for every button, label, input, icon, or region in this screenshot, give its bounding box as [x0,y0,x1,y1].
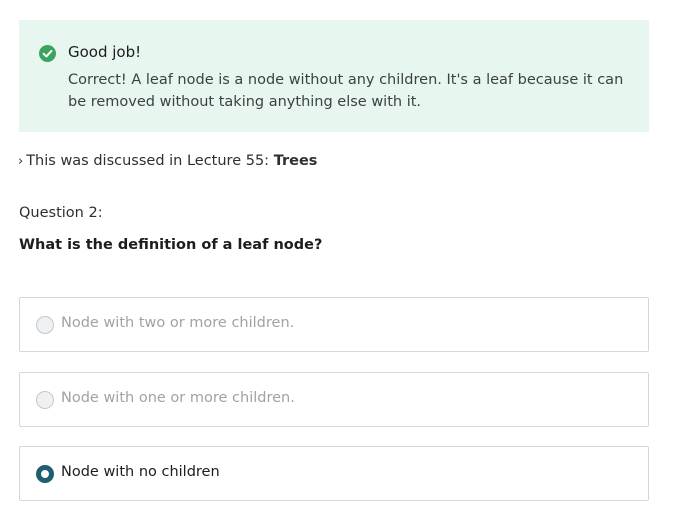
question-number: Question 2: [19,205,103,221]
chevron-right-icon: › [18,154,24,169]
feedback-message: Correct! A leaf node is a node without a… [68,72,624,110]
answer-option[interactable]: Node with one or more children. [19,372,649,427]
lecture-reference-title[interactable]: Trees [274,153,318,169]
lecture-reference-prefix: This was discussed in Lecture 55: [26,153,274,169]
answer-option-label: Node with one or more children. [61,390,295,406]
answer-option-selected[interactable]: Node with no children [19,446,649,501]
question-text: What is the definition of a leaf node? [19,237,323,253]
radio-button[interactable] [36,316,54,334]
feedback-title: Good job! [68,43,142,61]
check-circle-icon [39,45,56,62]
answer-option[interactable]: Node with two or more children. [19,297,649,352]
answer-option-label: Node with no children [61,464,220,480]
radio-button-selected[interactable] [36,465,54,483]
lecture-reference[interactable]: › This was discussed in Lecture 55: Trees [18,153,317,169]
radio-button[interactable] [36,391,54,409]
answer-option-label: Node with two or more children. [61,315,295,331]
feedback-banner: Good job! Correct! A leaf node is a node… [19,20,649,132]
